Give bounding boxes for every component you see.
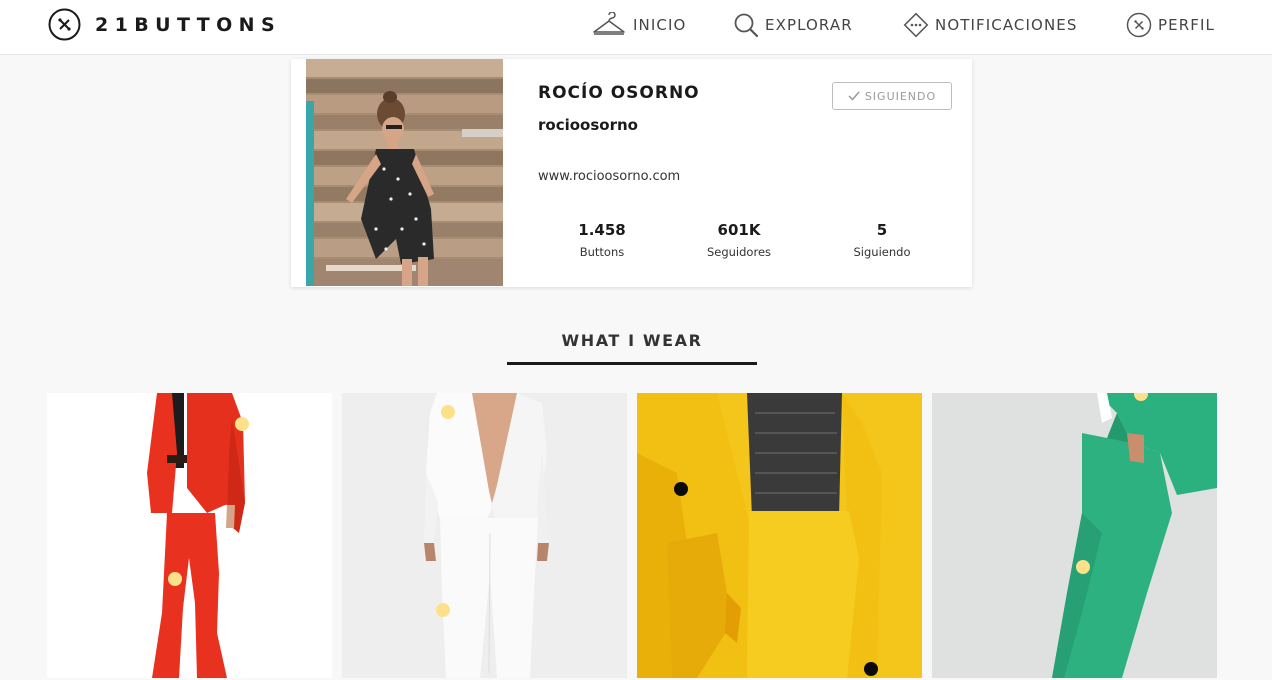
product-tag-dot[interactable] [1076,560,1090,574]
app-logo[interactable]: 21BUTTONS [48,8,281,41]
stat-followers[interactable]: 601K Seguidores [679,221,799,259]
nav-item-inicio[interactable]: INICIO [591,10,686,40]
nav-label-inicio: INICIO [633,16,687,34]
profile-username: rocioosorno [538,116,638,134]
product-tag-dot[interactable] [436,603,450,617]
following-button-label: SIGUIENDO [864,89,937,103]
product-tag-dot[interactable] [674,482,688,496]
stat-buttons-value: 1.458 [578,221,626,239]
outfit-post-red-suit[interactable] [47,393,332,678]
product-tag-dot[interactable] [864,662,878,676]
hanger-icon [593,12,625,35]
stat-buttons[interactable]: 1.458 Buttons [542,221,662,259]
active-tab-underline [507,362,757,365]
product-tag-dot[interactable] [168,572,182,586]
following-button[interactable]: SIGUIENDO [832,82,952,110]
nav-label-explorar: EXPLORAR [765,16,853,34]
search-icon [734,13,759,38]
red-suit-photo [47,393,332,678]
nav-item-explorar[interactable]: EXPLORAR [733,10,853,40]
stat-following-value: 5 [876,221,888,239]
top-navigation-bar: 21BUTTONS INICIO EXPLORAR NOTIFICACIONES [0,0,1272,55]
outfit-post-green-suit[interactable] [932,393,1217,678]
nav-label-notificaciones: NOTIFICACIONES [935,16,1078,34]
product-tag-dot[interactable] [441,405,455,419]
yellow-suit-photo [637,393,922,678]
stat-following[interactable]: 5 Siguiendo [822,221,942,259]
21buttons-logo-icon [48,8,81,41]
product-tag-dot[interactable] [235,417,249,431]
stat-buttons-label: Buttons [579,245,625,259]
stat-followers-value: 601K [717,221,761,239]
check-icon [848,91,860,101]
profile-button-icon [1126,12,1152,38]
profile-website-link[interactable]: www.rocioosorno.com [538,169,680,184]
outfit-post-white-suit[interactable] [342,393,627,678]
nav-item-notificaciones[interactable]: NOTIFICACIONES [903,10,1077,40]
stat-following-label: Siguiendo [853,245,911,259]
nav-item-perfil[interactable]: PERFIL [1126,10,1215,40]
stat-followers-label: Seguidores [706,245,772,259]
profile-card: ROCÍO OSORNO rocioosorno www.rocioosorno… [291,59,972,287]
profile-name: ROCÍO OSORNO [538,83,700,103]
white-suit-photo [342,393,627,678]
green-suit-photo [932,393,1217,678]
nav-label-perfil: PERFIL [1158,16,1215,34]
outfit-post-yellow-suit[interactable] [637,393,922,678]
profile-photo-image [306,59,503,286]
tab-what-i-wear[interactable]: WHAT I WEAR [507,331,757,350]
profile-photo [306,59,503,286]
logo-text: 21BUTTONS [95,13,282,36]
notification-diamond-icon [903,12,929,38]
